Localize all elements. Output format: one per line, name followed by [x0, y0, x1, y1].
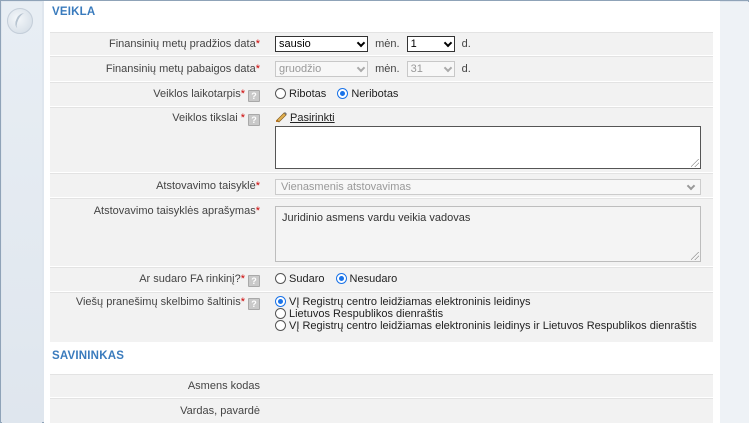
- radio-circle[interactable]: [337, 88, 349, 99]
- label-fiscal-start: Finansinių metų pradžios data*: [108, 38, 260, 50]
- label-publication-source: Viešų pranešimų skelbimo šaltinis*?: [76, 296, 260, 310]
- form-content: VEIKLA Finansinių metų pradžios data* sa…: [44, 1, 720, 423]
- resize-grip-icon: [691, 252, 699, 260]
- representation-desc-textarea: Juridinio asmens vardu veikia vadovas: [275, 206, 701, 262]
- day-unit-label: d.: [461, 38, 471, 50]
- row-fiscal-start: Finansinių metų pradžios data* sausio mė…: [50, 32, 713, 55]
- row-publication-source: Viešų pranešimų skelbimo šaltinis*? VĮ R…: [50, 292, 713, 342]
- help-icon[interactable]: ?: [248, 298, 260, 310]
- right-gutter: [720, 2, 749, 423]
- radio-circle[interactable]: [275, 273, 286, 284]
- representation-rule-select: Vienasmenis atstovavimas: [275, 179, 701, 195]
- month-unit-label: mėn.: [375, 38, 400, 50]
- fiscal-end-month-select: gruodžio: [275, 61, 368, 77]
- row-fiscal-end: Finansinių metų pabaigos data* gruodžio …: [50, 56, 713, 81]
- row-owner-code: Asmens kodas: [50, 374, 713, 397]
- select-goals-link[interactable]: Pasirinkti: [290, 112, 335, 124]
- chevron-down-icon: [686, 181, 696, 191]
- radio-pub-registru[interactable]: VĮ Registrų centro leidžiamas elektronin…: [275, 296, 705, 308]
- radio-circle[interactable]: [275, 308, 286, 319]
- radio-pub-both[interactable]: VĮ Registrų centro leidžiamas elektronin…: [275, 320, 705, 332]
- radio-ribotas[interactable]: Ribotas: [275, 88, 334, 100]
- radio-nesudaro[interactable]: Nesudaro: [335, 273, 406, 285]
- app-frame: VEIKLA Finansinių metų pradžios data* sa…: [0, 0, 749, 423]
- chevron-down-icon: [356, 63, 366, 73]
- row-fa-set: Ar sudaro FA rinkinį?*? Sudaro Nesudaro: [50, 267, 713, 291]
- label-owner-name: Vardas, pavardė: [180, 405, 260, 417]
- row-representation-desc: Atstovavimo taisyklės aprašymas* Juridin…: [50, 198, 713, 266]
- resize-grip-icon[interactable]: [691, 159, 699, 167]
- row-representation-rule: Atstovavimo taisyklė* Vienasmenis atstov…: [50, 173, 713, 197]
- radio-pub-dienrastis[interactable]: Lietuvos Respublikos dienraštis: [275, 308, 705, 320]
- pencil-icon: [276, 112, 287, 123]
- chevron-down-icon: [356, 38, 366, 48]
- row-goals: Veiklos tikslai *? Pasirinkti: [50, 107, 713, 172]
- help-icon[interactable]: ?: [248, 275, 260, 287]
- goals-textarea[interactable]: [275, 126, 701, 169]
- section-title-veikla: VEIKLA: [52, 6, 96, 18]
- row-period: Veiklos laikotarpis*? Ribotas Neribotas: [50, 82, 713, 106]
- day-unit-label: d.: [461, 63, 471, 75]
- label-fa-set: Ar sudaro FA rinkinį?*?: [139, 273, 260, 287]
- chevron-down-icon: [443, 63, 452, 73]
- fiscal-start-day-select[interactable]: 1: [406, 36, 455, 52]
- help-icon[interactable]: ?: [248, 114, 260, 126]
- radio-neribotas[interactable]: Neribotas: [337, 88, 406, 100]
- radio-circle[interactable]: [275, 320, 286, 331]
- fiscal-start-month-select[interactable]: sausio: [275, 36, 368, 52]
- section-title-savininkas: SAVININKAS: [52, 350, 125, 362]
- chevron-down-icon: [443, 38, 452, 48]
- logo-icon: [7, 8, 33, 34]
- month-unit-label: mėn.: [375, 63, 400, 75]
- radio-sudaro[interactable]: Sudaro: [275, 273, 332, 285]
- radio-circle[interactable]: [335, 273, 347, 284]
- label-fiscal-end: Finansinių metų pabaigos data*: [105, 63, 260, 75]
- radio-circle[interactable]: [275, 296, 286, 307]
- label-period: Veiklos laikotarpis*?: [153, 88, 260, 102]
- label-representation-desc: Atstovavimo taisyklės aprašymas*: [93, 205, 260, 217]
- radio-circle[interactable]: [275, 88, 286, 99]
- label-owner-code: Asmens kodas: [187, 380, 260, 392]
- row-owner-name: Vardas, pavardė: [50, 398, 713, 423]
- left-gutter: [2, 2, 42, 423]
- label-representation-rule: Atstovavimo taisyklė*: [156, 180, 260, 192]
- label-goals: Veiklos tikslai *?: [172, 112, 260, 126]
- help-icon[interactable]: ?: [248, 90, 260, 102]
- fiscal-end-day-select: 31: [406, 61, 455, 77]
